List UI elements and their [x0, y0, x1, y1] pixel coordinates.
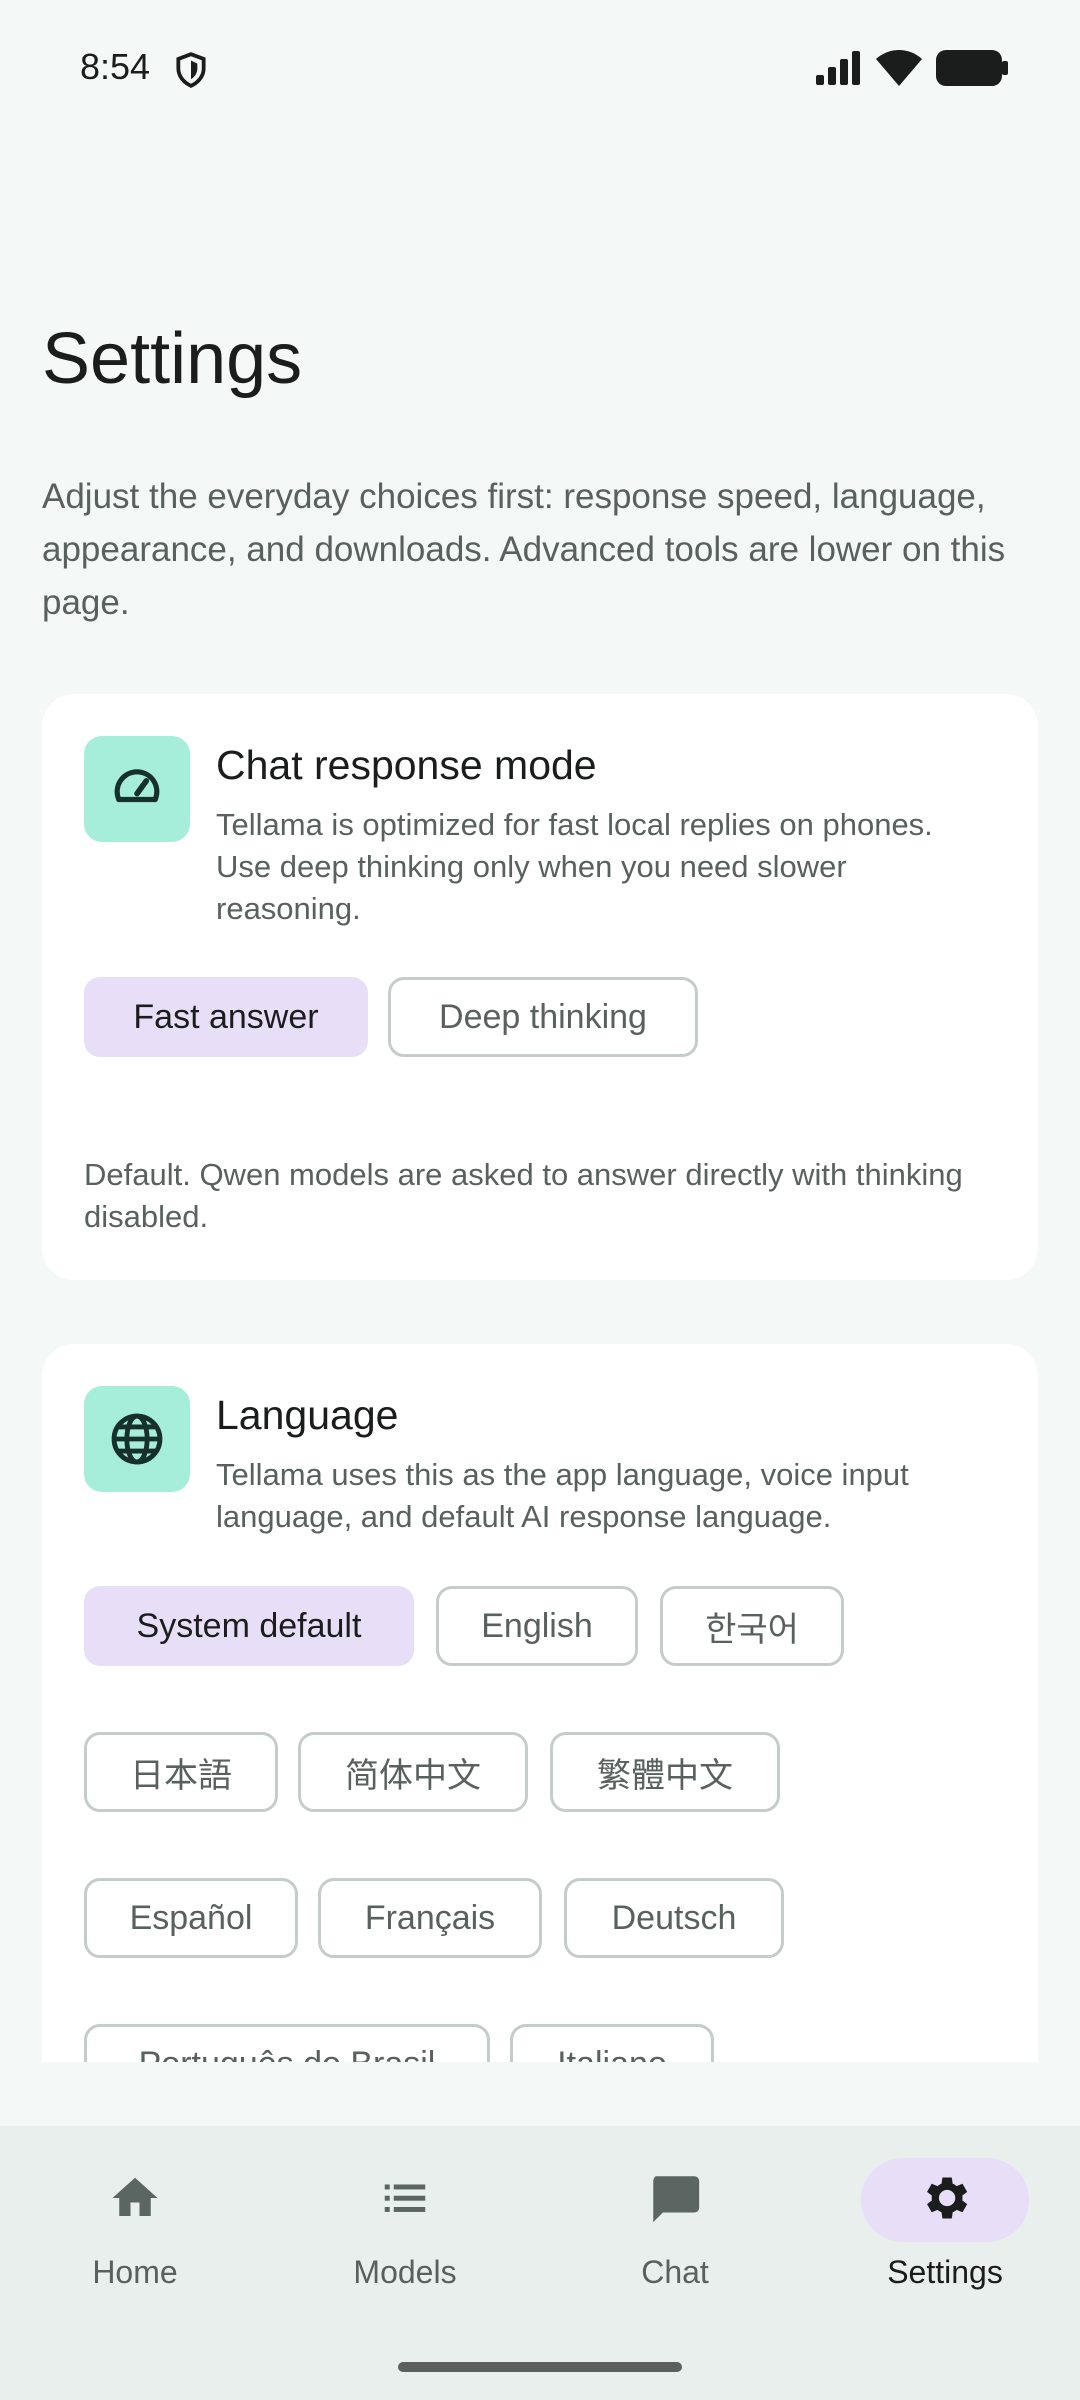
language-card: Language Tellama uses this as the app la… — [42, 1344, 1038, 2062]
language-chip-german[interactable]: Deutsch — [564, 1878, 784, 1958]
chat-icon — [646, 2169, 704, 2232]
nav-label: Chat — [641, 2254, 709, 2290]
gesture-home-bar[interactable] — [398, 2362, 682, 2372]
language-chip-english[interactable]: English — [436, 1586, 638, 1666]
nav-indicator — [321, 2158, 489, 2242]
nav-settings[interactable]: Settings — [810, 2126, 1080, 2326]
language-chip-system-default[interactable]: System default — [84, 1586, 414, 1666]
nav-label: Models — [353, 2254, 457, 2290]
card-description: Tellama uses this as the app language, v… — [216, 1457, 909, 1534]
deep-thinking-chip[interactable]: Deep thinking — [388, 977, 698, 1057]
nav-indicator — [51, 2158, 219, 2242]
response-mode-note: Default. Qwen models are asked to answer… — [84, 1157, 963, 1234]
gear-icon — [917, 2170, 973, 2231]
nav-models[interactable]: Models — [270, 2126, 540, 2326]
globe-icon — [84, 1386, 190, 1492]
nav-label: Settings — [887, 2254, 1003, 2290]
nav-indicator-active — [861, 2158, 1029, 2242]
fast-answer-chip[interactable]: Fast answer — [84, 977, 368, 1057]
speedometer-icon — [84, 736, 190, 842]
language-chip-japanese[interactable]: 日本語 — [84, 1732, 278, 1812]
nav-label: Home — [92, 2254, 178, 2290]
language-chip-french[interactable]: Français — [318, 1878, 542, 1958]
nav-chat[interactable]: Chat — [540, 2126, 810, 2326]
list-icon — [378, 2171, 432, 2230]
card-title: Chat response mode — [216, 742, 597, 788]
language-chip-portuguese[interactable]: Português do Brasil — [84, 2024, 490, 2062]
card-description: Tellama is optimized for fast local repl… — [216, 807, 933, 926]
language-chip-italian[interactable]: Italiano — [510, 2024, 714, 2062]
language-chip-simplified-chinese[interactable]: 简体中文 — [298, 1732, 528, 1812]
bottom-navigation: Home Models Chat Settings — [0, 2126, 1080, 2400]
nav-indicator — [591, 2158, 759, 2242]
settings-scroll-area[interactable]: Settings Adjust the everyday choices fir… — [0, 0, 1080, 2062]
language-chip-korean[interactable]: 한국어 — [660, 1586, 844, 1666]
page-title: Settings — [42, 319, 303, 399]
chat-response-mode-card: Chat response mode Tellama is optimized … — [42, 694, 1038, 1280]
home-icon — [108, 2171, 162, 2230]
card-title: Language — [216, 1392, 399, 1438]
nav-home[interactable]: Home — [0, 2126, 270, 2326]
language-chip-spanish[interactable]: Español — [84, 1878, 298, 1958]
language-chip-traditional-chinese[interactable]: 繁體中文 — [550, 1732, 780, 1812]
page-description: Adjust the everyday choices first: respo… — [42, 477, 1006, 622]
